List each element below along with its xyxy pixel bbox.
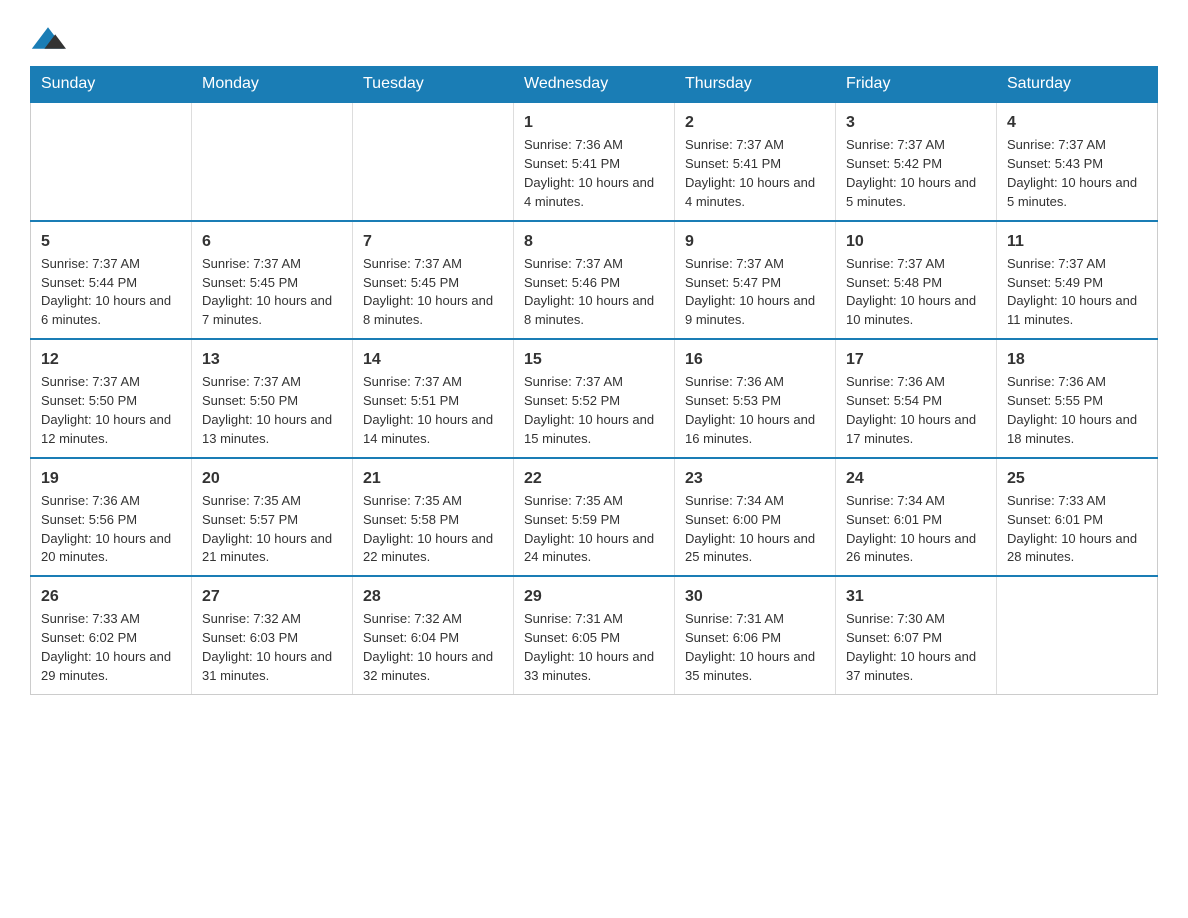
week-row-5: 26Sunrise: 7:33 AMSunset: 6:02 PMDayligh… [31, 576, 1158, 694]
day-number: 28 [363, 585, 503, 608]
calendar-cell: 14Sunrise: 7:37 AMSunset: 5:51 PMDayligh… [353, 339, 514, 458]
calendar-cell [192, 102, 353, 221]
calendar-cell: 11Sunrise: 7:37 AMSunset: 5:49 PMDayligh… [997, 221, 1158, 340]
day-number: 3 [846, 111, 986, 134]
day-number: 16 [685, 348, 825, 371]
calendar-cell: 2Sunrise: 7:37 AMSunset: 5:41 PMDaylight… [675, 102, 836, 221]
calendar-cell: 13Sunrise: 7:37 AMSunset: 5:50 PMDayligh… [192, 339, 353, 458]
day-number: 13 [202, 348, 342, 371]
logo-icon [30, 20, 66, 56]
day-number: 6 [202, 230, 342, 253]
weekday-header-thursday: Thursday [675, 67, 836, 103]
day-number: 1 [524, 111, 664, 134]
calendar-cell: 9Sunrise: 7:37 AMSunset: 5:47 PMDaylight… [675, 221, 836, 340]
week-row-4: 19Sunrise: 7:36 AMSunset: 5:56 PMDayligh… [31, 458, 1158, 577]
week-row-3: 12Sunrise: 7:37 AMSunset: 5:50 PMDayligh… [31, 339, 1158, 458]
page-header [30, 20, 1158, 56]
weekday-header-row: SundayMondayTuesdayWednesdayThursdayFrid… [31, 67, 1158, 103]
calendar-cell: 29Sunrise: 7:31 AMSunset: 6:05 PMDayligh… [514, 576, 675, 694]
day-number: 4 [1007, 111, 1147, 134]
calendar-cell: 8Sunrise: 7:37 AMSunset: 5:46 PMDaylight… [514, 221, 675, 340]
day-number: 11 [1007, 230, 1147, 253]
week-row-1: 1Sunrise: 7:36 AMSunset: 5:41 PMDaylight… [31, 102, 1158, 221]
week-row-2: 5Sunrise: 7:37 AMSunset: 5:44 PMDaylight… [31, 221, 1158, 340]
logo [30, 20, 72, 56]
calendar-cell: 1Sunrise: 7:36 AMSunset: 5:41 PMDaylight… [514, 102, 675, 221]
calendar-cell [997, 576, 1158, 694]
day-number: 19 [41, 467, 181, 490]
day-number: 8 [524, 230, 664, 253]
day-number: 27 [202, 585, 342, 608]
calendar-table: SundayMondayTuesdayWednesdayThursdayFrid… [30, 66, 1158, 695]
weekday-header-saturday: Saturday [997, 67, 1158, 103]
calendar-cell: 18Sunrise: 7:36 AMSunset: 5:55 PMDayligh… [997, 339, 1158, 458]
day-number: 22 [524, 467, 664, 490]
calendar-cell: 10Sunrise: 7:37 AMSunset: 5:48 PMDayligh… [836, 221, 997, 340]
calendar-cell: 5Sunrise: 7:37 AMSunset: 5:44 PMDaylight… [31, 221, 192, 340]
calendar-cell: 17Sunrise: 7:36 AMSunset: 5:54 PMDayligh… [836, 339, 997, 458]
day-number: 14 [363, 348, 503, 371]
calendar-cell: 4Sunrise: 7:37 AMSunset: 5:43 PMDaylight… [997, 102, 1158, 221]
day-number: 10 [846, 230, 986, 253]
calendar-cell: 12Sunrise: 7:37 AMSunset: 5:50 PMDayligh… [31, 339, 192, 458]
calendar-cell: 22Sunrise: 7:35 AMSunset: 5:59 PMDayligh… [514, 458, 675, 577]
calendar-cell [353, 102, 514, 221]
weekday-header-wednesday: Wednesday [514, 67, 675, 103]
calendar-cell: 25Sunrise: 7:33 AMSunset: 6:01 PMDayligh… [997, 458, 1158, 577]
calendar-cell: 27Sunrise: 7:32 AMSunset: 6:03 PMDayligh… [192, 576, 353, 694]
day-number: 21 [363, 467, 503, 490]
weekday-header-tuesday: Tuesday [353, 67, 514, 103]
calendar-cell: 16Sunrise: 7:36 AMSunset: 5:53 PMDayligh… [675, 339, 836, 458]
weekday-header-friday: Friday [836, 67, 997, 103]
day-number: 24 [846, 467, 986, 490]
calendar-cell: 15Sunrise: 7:37 AMSunset: 5:52 PMDayligh… [514, 339, 675, 458]
calendar-cell: 19Sunrise: 7:36 AMSunset: 5:56 PMDayligh… [31, 458, 192, 577]
calendar-cell: 26Sunrise: 7:33 AMSunset: 6:02 PMDayligh… [31, 576, 192, 694]
day-number: 18 [1007, 348, 1147, 371]
calendar-cell: 3Sunrise: 7:37 AMSunset: 5:42 PMDaylight… [836, 102, 997, 221]
day-number: 30 [685, 585, 825, 608]
calendar-cell: 7Sunrise: 7:37 AMSunset: 5:45 PMDaylight… [353, 221, 514, 340]
weekday-header-monday: Monday [192, 67, 353, 103]
calendar-cell: 24Sunrise: 7:34 AMSunset: 6:01 PMDayligh… [836, 458, 997, 577]
weekday-header-sunday: Sunday [31, 67, 192, 103]
calendar-cell: 21Sunrise: 7:35 AMSunset: 5:58 PMDayligh… [353, 458, 514, 577]
day-number: 23 [685, 467, 825, 490]
day-number: 12 [41, 348, 181, 371]
day-number: 26 [41, 585, 181, 608]
day-number: 17 [846, 348, 986, 371]
calendar-cell: 6Sunrise: 7:37 AMSunset: 5:45 PMDaylight… [192, 221, 353, 340]
calendar-cell: 31Sunrise: 7:30 AMSunset: 6:07 PMDayligh… [836, 576, 997, 694]
day-number: 15 [524, 348, 664, 371]
day-number: 9 [685, 230, 825, 253]
day-number: 20 [202, 467, 342, 490]
calendar-cell: 28Sunrise: 7:32 AMSunset: 6:04 PMDayligh… [353, 576, 514, 694]
day-number: 31 [846, 585, 986, 608]
calendar-cell: 20Sunrise: 7:35 AMSunset: 5:57 PMDayligh… [192, 458, 353, 577]
calendar-cell [31, 102, 192, 221]
day-number: 5 [41, 230, 181, 253]
day-number: 2 [685, 111, 825, 134]
calendar-cell: 23Sunrise: 7:34 AMSunset: 6:00 PMDayligh… [675, 458, 836, 577]
day-number: 25 [1007, 467, 1147, 490]
calendar-cell: 30Sunrise: 7:31 AMSunset: 6:06 PMDayligh… [675, 576, 836, 694]
day-number: 29 [524, 585, 664, 608]
day-number: 7 [363, 230, 503, 253]
